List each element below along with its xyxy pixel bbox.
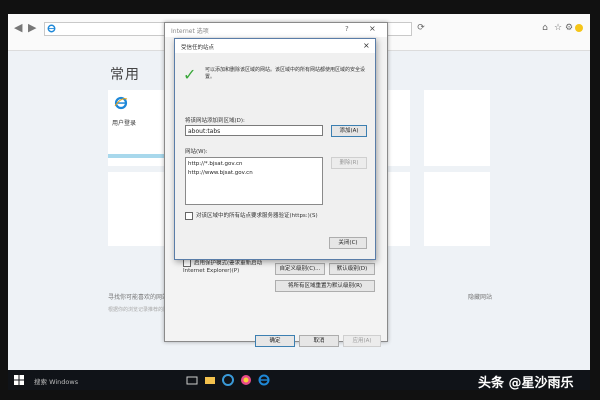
- sites-list[interactable]: http://*.bjsat.gov.cn http://www.bjsat.g…: [185, 157, 323, 205]
- ie-icon: [114, 96, 128, 110]
- apply-button[interactable]: 应用(A): [343, 335, 381, 347]
- tile-progress-strip: [108, 154, 170, 158]
- custom-level-button[interactable]: 自定义级别(C)...: [275, 263, 325, 275]
- tile-label: 用户登录: [112, 120, 137, 127]
- tile-user-login[interactable]: 用户登录: [108, 90, 170, 166]
- forward-icon[interactable]: ▶: [28, 21, 36, 34]
- checkmark-icon: ✓: [183, 65, 197, 84]
- zone-description: 可以添加和删除该区域的网站。该区域中的所有网站都使用区域的安全设置。: [205, 67, 366, 80]
- require-https-checkbox[interactable]: [185, 211, 193, 220]
- frequent-heading: 常用: [110, 67, 140, 83]
- tile-empty[interactable]: [424, 172, 490, 246]
- watermark: 头条 @星沙雨乐: [478, 376, 574, 391]
- home-icon[interactable]: ⌂: [540, 23, 550, 33]
- remove-button[interactable]: 删除(R): [331, 157, 367, 169]
- protected-mode-checkbox[interactable]: [183, 259, 191, 267]
- help-icon[interactable]: ?: [345, 25, 349, 33]
- hide-sites-link[interactable]: 隐藏网站: [468, 292, 492, 301]
- paint-icon[interactable]: [240, 374, 252, 386]
- add-button[interactable]: 添加(A): [331, 125, 367, 137]
- ie-icon[interactable]: [258, 374, 270, 386]
- reset-all-zones-button[interactable]: 将所有区域重置为默认级别(R): [275, 280, 375, 292]
- edge-icon[interactable]: [222, 374, 234, 386]
- ok-button[interactable]: 确定: [255, 335, 295, 347]
- list-item[interactable]: http://www.bjsat.gov.cn: [188, 169, 320, 178]
- dialog-title: Internet 选项: [171, 28, 209, 35]
- close-icon[interactable]: ×: [369, 24, 376, 33]
- cancel-button[interactable]: 取消: [299, 335, 339, 347]
- task-view-icon[interactable]: [186, 374, 198, 386]
- sites-label: 网站(W):: [185, 149, 208, 155]
- taskbar-search[interactable]: 搜索 Windows: [34, 376, 78, 386]
- dialog-titlebar: 受信任的站点 ×: [175, 39, 375, 53]
- file-explorer-icon[interactable]: [204, 374, 216, 386]
- screen: ◀ ▶ ⟳ ⌂ ☆ ⚙ 常用 用户登录 寻找你可能喜欢的网站 根据你的浏览记录推…: [8, 14, 590, 370]
- close-button[interactable]: 关闭(C): [329, 237, 367, 249]
- protected-mode-label: 启用保护模式(要求重新启动 Internet Explorer)(P): [183, 260, 263, 274]
- add-site-label: 将该网站添加到区域(D):: [185, 118, 245, 124]
- refresh-icon[interactable]: ⟳: [416, 23, 426, 33]
- favorites-icon[interactable]: ☆: [553, 23, 563, 33]
- default-level-button[interactable]: 默认级别(D): [329, 263, 375, 275]
- smiley-icon[interactable]: [574, 23, 584, 33]
- close-icon[interactable]: ×: [363, 41, 370, 50]
- protected-mode-row[interactable]: 启用保护模式(要求重新启动 Internet Explorer)(P): [183, 259, 273, 275]
- trusted-sites-dialog: 受信任的站点 × ✓ 可以添加和删除该区域的网站。该区域中的所有网站都使用区域的…: [174, 38, 376, 260]
- back-icon[interactable]: ◀: [14, 21, 22, 34]
- dialog-title: 受信任的站点: [181, 45, 215, 51]
- tile-empty[interactable]: [424, 90, 490, 166]
- discover-sites-link[interactable]: 寻找你可能喜欢的网站: [108, 292, 168, 301]
- require-https-label: 对该区域中的所有站点要求服务器验证(https:)(S): [196, 213, 318, 219]
- list-item[interactable]: http://*.bjsat.gov.cn: [188, 160, 320, 169]
- windows-start-icon[interactable]: [14, 375, 24, 385]
- tile-empty[interactable]: [108, 172, 170, 246]
- settings-icon[interactable]: ⚙: [564, 23, 574, 33]
- require-https-row[interactable]: 对该区域中的所有站点要求服务器验证(https:)(S): [185, 211, 318, 220]
- dialog-titlebar: Internet 选项 ? ×: [165, 23, 387, 37]
- add-site-input[interactable]: about:tabs: [185, 125, 323, 136]
- ie-icon: [47, 24, 56, 33]
